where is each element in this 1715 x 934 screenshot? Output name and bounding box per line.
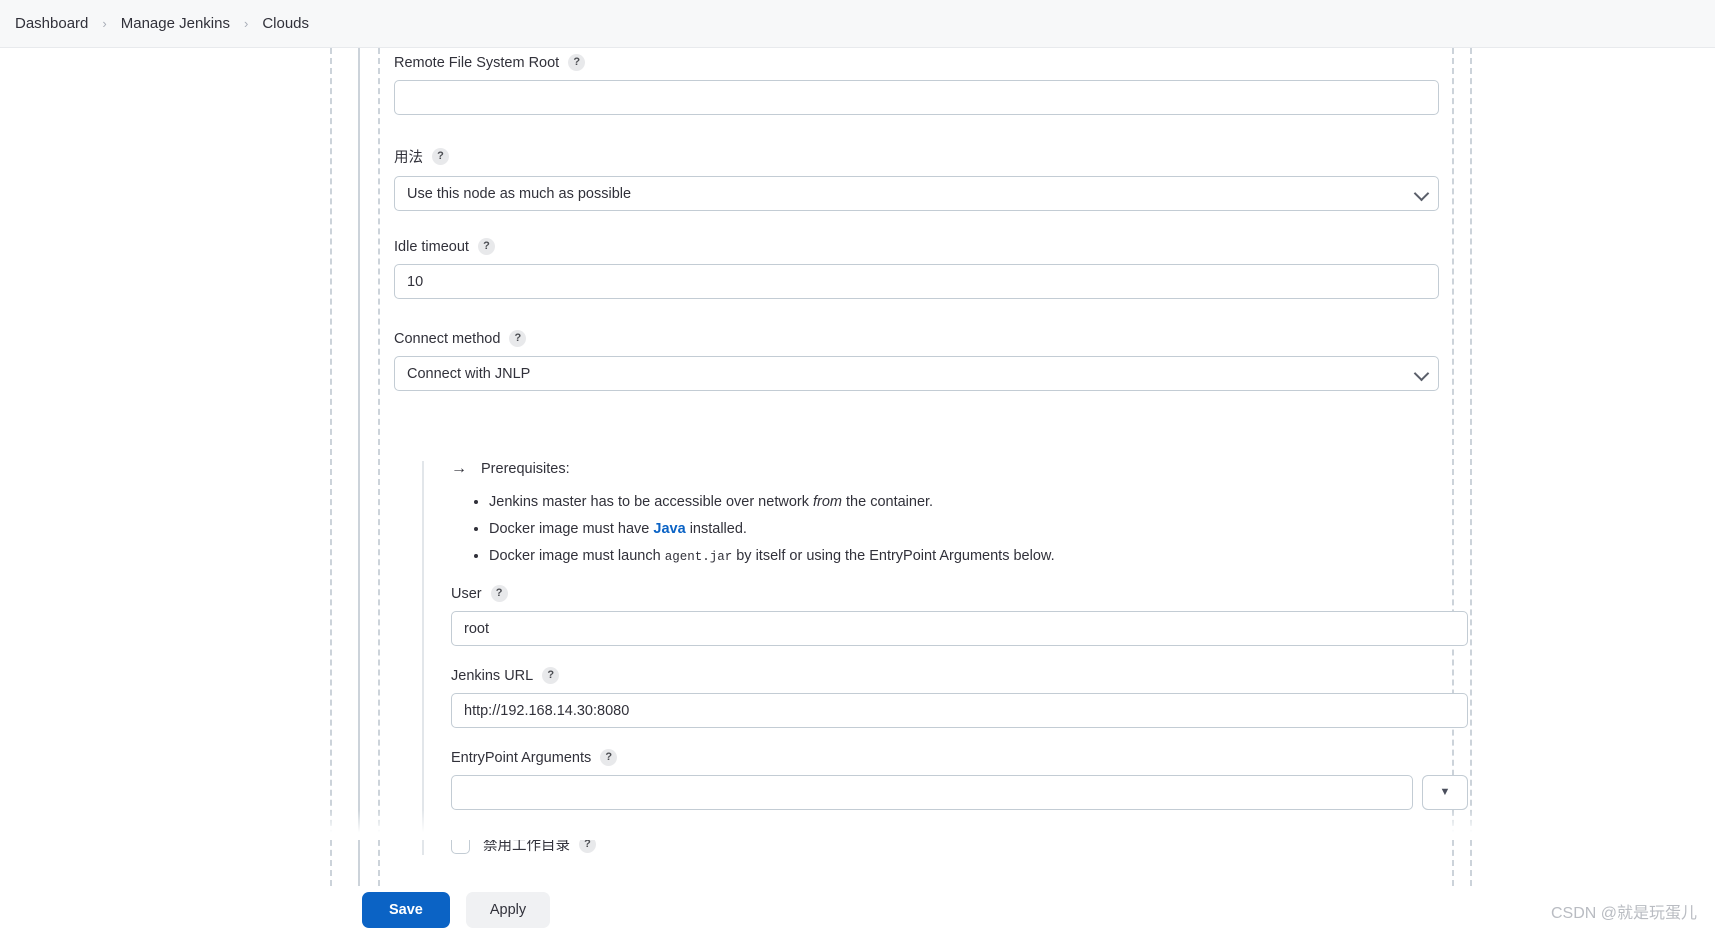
label-text: Connect method — [394, 330, 501, 347]
label-text: Remote File System Root — [394, 54, 560, 71]
prereq-text-pre: Docker image must launch — [489, 548, 665, 565]
save-button[interactable]: Save — [362, 892, 450, 928]
jenkins-url-input[interactable] — [451, 693, 1468, 729]
label-text: EntryPoint Arguments — [451, 749, 592, 766]
idle-timeout-input[interactable] — [394, 264, 1439, 299]
prereq-text-post: by itself or using the EntryPoint Argume… — [732, 548, 1055, 565]
entrypoint-arguments-dropdown-button[interactable]: ▼ — [1422, 775, 1468, 811]
label-text: User — [451, 585, 482, 602]
prereq-text-post: the container. — [841, 494, 934, 510]
jnlp-connect-settings-block: → Prerequisites: Jenkins master has to b… — [422, 460, 1468, 856]
breadcrumb-separator-icon: › — [102, 16, 107, 31]
help-icon[interactable]: ? — [432, 148, 449, 165]
apply-button[interactable]: Apply — [465, 892, 551, 928]
label-text: 用法 — [394, 150, 423, 166]
help-icon[interactable]: ? — [490, 585, 508, 603]
label-text: Jenkins URL — [451, 667, 534, 684]
field-disable-workdir: 禁用工作目录 ? — [451, 834, 1439, 855]
label-usage: 用法 ? — [394, 146, 1439, 167]
label-text: Idle timeout — [394, 238, 469, 255]
field-idle-timeout: Idle timeout ? — [394, 238, 1439, 299]
field-user: User ? — [451, 585, 1468, 647]
user-input[interactable] — [451, 611, 1468, 647]
label-idle-timeout: Idle timeout ? — [394, 238, 1439, 255]
list-item: Jenkins master has to be accessible over… — [489, 493, 1439, 512]
usage-select-value: Use this node as much as possible — [407, 185, 632, 202]
help-icon[interactable]: ? — [509, 330, 527, 347]
form-guide-rule-2 — [378, 48, 380, 886]
label-entrypoint-arguments: EntryPoint Arguments ? — [451, 749, 1468, 767]
connect-method-select[interactable]: Connect with JNLP — [394, 356, 1439, 391]
connect-method-select-value: Connect with JNLP — [407, 365, 531, 382]
help-icon[interactable]: ? — [542, 667, 560, 685]
agent-jar-code: agent.jar — [664, 550, 733, 565]
arrow-right-icon: → — [451, 460, 467, 477]
form-guide-rule-1 — [330, 48, 332, 886]
breadcrumb-bar: Dashboard › Manage Jenkins › Clouds — [0, 0, 1715, 48]
form-guide-rule-solid — [358, 48, 360, 886]
list-item: Docker image must launch agent.jar by it… — [489, 547, 1439, 566]
label-jenkins-url: Jenkins URL ? — [451, 667, 1468, 685]
breadcrumb-item-clouds[interactable]: Clouds — [257, 12, 314, 35]
field-usage: 用法 ? Use this node as much as possible — [394, 146, 1439, 211]
prerequisites-list: Jenkins master has to be accessible over… — [451, 493, 1439, 566]
java-link[interactable]: Java — [653, 521, 685, 537]
dropdown-triangle-icon: ▼ — [1439, 786, 1451, 799]
label-text: 禁用工作目录 — [483, 838, 570, 855]
label-connect-method: Connect method ? — [394, 330, 1439, 347]
remote-file-system-root-input[interactable] — [394, 80, 1439, 115]
watermark: CSDN @就是玩蛋儿 — [1550, 905, 1697, 922]
label-remote-file-system-root: Remote File System Root ? — [394, 54, 1439, 71]
breadcrumb-item-dashboard[interactable]: Dashboard — [10, 12, 93, 35]
entrypoint-arguments-row: ▼ — [451, 775, 1468, 811]
prereq-text-pre: Jenkins master has to be accessible over… — [489, 494, 813, 510]
chevron-down-icon — [1413, 185, 1430, 201]
prerequisites-heading: → Prerequisites: — [451, 460, 1439, 478]
field-jenkins-url: Jenkins URL ? — [451, 667, 1468, 729]
field-entrypoint-arguments: EntryPoint Arguments ? ▼ — [451, 749, 1468, 811]
disable-workdir-checkbox[interactable] — [451, 835, 470, 855]
usage-select[interactable]: Use this node as much as possible — [394, 176, 1439, 211]
form-action-bar: Save Apply — [0, 886, 1715, 934]
label-user: User ? — [451, 585, 1468, 603]
breadcrumb-item-manage-jenkins[interactable]: Manage Jenkins — [116, 12, 235, 35]
field-connect-method: Connect method ? Connect with JNLP — [394, 330, 1439, 391]
breadcrumb-separator-icon: › — [243, 16, 249, 31]
field-remote-file-system-root: Remote File System Root ? — [394, 54, 1439, 115]
entrypoint-arguments-input[interactable] — [451, 775, 1413, 811]
prerequisites-heading-text: Prerequisites: — [481, 461, 570, 477]
help-icon[interactable]: ? — [477, 238, 495, 255]
prereq-text-post: installed. — [685, 521, 747, 538]
form-guide-rule-4 — [1470, 48, 1472, 886]
prereq-text-pre: Docker image must have — [489, 521, 654, 538]
chevron-down-icon — [1413, 365, 1430, 381]
cloud-configuration-page: Remote File System Root ? 用法 ? Use this … — [0, 48, 1715, 886]
help-icon[interactable]: ? — [579, 836, 596, 854]
prereq-text-emphasis: from — [812, 494, 842, 510]
list-item: Docker image must have Java installed. — [489, 520, 1439, 539]
label-disable-workdir: 禁用工作目录 ? — [483, 834, 596, 855]
help-icon[interactable]: ? — [568, 54, 586, 71]
help-icon[interactable]: ? — [600, 749, 618, 767]
